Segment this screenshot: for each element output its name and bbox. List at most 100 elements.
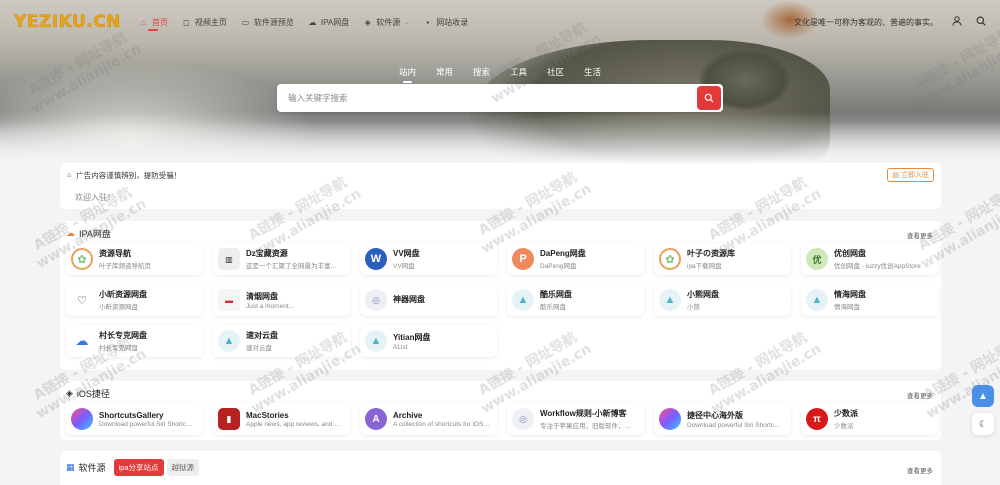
- site-card[interactable]: ▮ MacStories Apple news, app reviews, and …: [213, 403, 350, 435]
- software-source-section: ▦ 软件源 ipa分享站点 越狱源 查看更多: [60, 451, 941, 485]
- nav-item-software-source[interactable]: ◈ 软件源 ⌄: [363, 17, 410, 28]
- site-desc: 小熊: [687, 304, 700, 311]
- view-more-link[interactable]: 查看更多: [907, 390, 933, 400]
- site-logo[interactable]: YEZIKU.CN: [14, 12, 121, 32]
- site-card[interactable]: A Archive A collection of shortcuts for iO…: [360, 403, 497, 435]
- dz-icon: ▥: [218, 248, 240, 270]
- site-desc: DaPeng网盘: [540, 263, 577, 270]
- site-card[interactable]: ◎ 神器网盘: [360, 284, 497, 316]
- nav-label: 软件源: [376, 17, 401, 27]
- site-name: 速对云盘: [246, 331, 278, 340]
- site-name: 酷乐网盘: [540, 290, 572, 299]
- site-card[interactable]: ☁ 村长专克网盘 村长专克网盘: [66, 325, 203, 357]
- notice-bar: ⌂ 广告内容谨慎辨别，提防受骗！ ▤ 立即入驻 欢迎入驻！: [60, 163, 941, 209]
- nav-label: 首页: [151, 17, 168, 27]
- globe-icon: ◎: [365, 289, 387, 311]
- nav-item-video-home[interactable]: ◻ 视频主页: [182, 17, 227, 28]
- site-name: 捷径中心海外版: [687, 410, 743, 420]
- view-more-link[interactable]: 查看更多: [907, 465, 933, 475]
- dapeng-icon: P: [512, 248, 534, 270]
- tab-site[interactable]: 站内: [399, 66, 416, 83]
- cloud-icon: ☁: [71, 330, 93, 352]
- site-card[interactable]: ▲ 小熊网盘小熊: [654, 284, 791, 316]
- site-card[interactable]: ▥ Dz宝藏资源 这是一个汇聚了全网最为丰富…: [213, 243, 350, 275]
- shortcuts-gallery-icon: [71, 408, 93, 430]
- archive-icon: A: [365, 408, 387, 430]
- feedback-button[interactable]: ▲: [972, 385, 994, 407]
- nav-item-ipa-drive[interactable]: ☁ IPA网盘: [308, 17, 349, 28]
- site-card[interactable]: ▲ 情海网盘 情海网盘: [801, 284, 938, 316]
- site-card[interactable]: ▬ 清烟网盘 Just a moment...: [213, 284, 350, 316]
- tab-common[interactable]: 常用: [436, 66, 453, 82]
- ipa-section: ☁ IPA网盘 查看更多 ✿ 资源导航 叶子库频道导航页 ▥ Dz宝藏资源 这是一个汇聚…: [60, 221, 941, 370]
- site-desc: AList: [393, 343, 408, 351]
- dark-mode-toggle[interactable]: ☾: [972, 413, 994, 435]
- bookmark-icon: ◻: [183, 17, 190, 27]
- site-name: 村长专克网盘: [99, 331, 147, 340]
- site-card[interactable]: ▲ Yitian网盘 AList: [360, 325, 497, 357]
- tab-life[interactable]: 生活: [584, 66, 601, 82]
- site-card[interactable]: 优优创网盘 优创网盘 - iuzzy优创AppStore: [801, 243, 938, 275]
- site-card[interactable]: ShortcutsGallery Download powerful Siri S…: [66, 403, 203, 435]
- site-card[interactable]: ✿ 资源导航 叶子库频道导航页: [66, 243, 203, 275]
- alist-icon: ▲: [806, 289, 828, 311]
- site-name: MacStories: [246, 410, 289, 420]
- search-tabs: 站内 常用 搜索 工具 社区 生活: [0, 66, 1000, 83]
- layers-icon: ◈: [66, 388, 73, 398]
- tab-community[interactable]: 社区: [547, 66, 564, 82]
- user-icon[interactable]: [952, 16, 962, 28]
- join-button[interactable]: ▤ 立即入驻: [887, 168, 934, 182]
- search-box: [277, 84, 723, 112]
- site-card[interactable]: ▲ 速对云盘 速对云盘: [213, 325, 350, 357]
- header-right: 文化是唯一可称为客观的、普遍的事实。: [794, 16, 986, 28]
- site-card[interactable]: 捷径中心海外版 Download powerful Siri Shortc…: [654, 403, 791, 435]
- search-icon[interactable]: [976, 16, 986, 28]
- welcome-text: 欢迎入驻！: [75, 193, 115, 202]
- nav-label: IPA网盘: [320, 17, 350, 27]
- grid-icon: ▦: [66, 462, 75, 472]
- site-desc: ipa下载网盘: [687, 263, 722, 270]
- site-name: Workflow规则-小新博客: [540, 409, 627, 418]
- site-name: DaPeng网盘: [540, 249, 586, 258]
- view-more-link[interactable]: 查看更多: [907, 230, 933, 240]
- nav-item-site-submit[interactable]: ▪ 网站收录: [423, 17, 468, 28]
- site-card[interactable]: ✿ 叶子の资源库 ipa下载网盘: [654, 243, 791, 275]
- heart-icon: ♡: [71, 289, 93, 311]
- search-input[interactable]: [277, 84, 697, 112]
- tab-search[interactable]: 搜索: [473, 66, 490, 82]
- site-card[interactable]: P DaPeng网盘 DaPeng网盘: [507, 243, 644, 275]
- site-name: Archive: [393, 410, 423, 420]
- folder-icon: ▭: [241, 17, 250, 27]
- site-card[interactable]: ▲ 酷乐网盘 酷乐网盘: [507, 284, 644, 316]
- site-desc: 少数派: [834, 423, 854, 430]
- site-name: VV网盘: [393, 249, 420, 258]
- site-card[interactable]: W VV网盘 VV网盘: [360, 243, 497, 275]
- tab-tools[interactable]: 工具: [510, 66, 527, 82]
- nav-item-home[interactable]: ⌂ 首页: [139, 17, 168, 31]
- search-submit-button[interactable]: [697, 86, 721, 110]
- site-card[interactable]: ♡ 小昕资源网盘 小昕资源网盘: [66, 284, 203, 316]
- site-card[interactable]: π 少数派 少数派: [801, 403, 938, 435]
- site-name: ShortcutsGallery: [99, 410, 164, 420]
- site-desc: 专注于苹果应用，旧版软件，…: [540, 423, 631, 430]
- ipa-grid: ✿ 资源导航 叶子库频道导航页 ▥ Dz宝藏资源 这是一个汇聚了全网最为丰富… W VV网…: [66, 243, 938, 357]
- section-title: ☁ IPA网盘: [66, 227, 111, 240]
- section-title: ◈ iOS捷径: [66, 387, 110, 400]
- section-title-text: iOS捷径: [76, 389, 110, 399]
- nav-item-software-preview[interactable]: ▭ 软件源预览: [241, 17, 294, 28]
- alist-icon: ▲: [659, 289, 681, 311]
- alist-icon: ▲: [512, 289, 534, 311]
- cloud-icon: ☁: [66, 228, 75, 238]
- site-card[interactable]: ◎ Workflow规则-小新博客 专注于苹果应用，旧版软件，…: [507, 403, 644, 435]
- alist-icon: ▲: [218, 330, 240, 352]
- tab-jailbreak-source[interactable]: 越狱源: [166, 459, 200, 476]
- site-desc: 优创网盘 - iuzzy优创AppStore: [834, 263, 921, 270]
- site-desc: Download powerful Siri Shortc…: [99, 420, 193, 428]
- nav-label: 网站收录: [436, 17, 469, 27]
- chat-icon: ▲: [978, 390, 988, 402]
- tab-ipa-share[interactable]: ipa分享站点: [113, 459, 164, 476]
- sspai-icon: π: [806, 408, 828, 430]
- site-name: 神器网盘: [393, 295, 425, 304]
- cloud-icon: ☁: [308, 17, 317, 27]
- site-name: 小熊网盘: [687, 290, 719, 299]
